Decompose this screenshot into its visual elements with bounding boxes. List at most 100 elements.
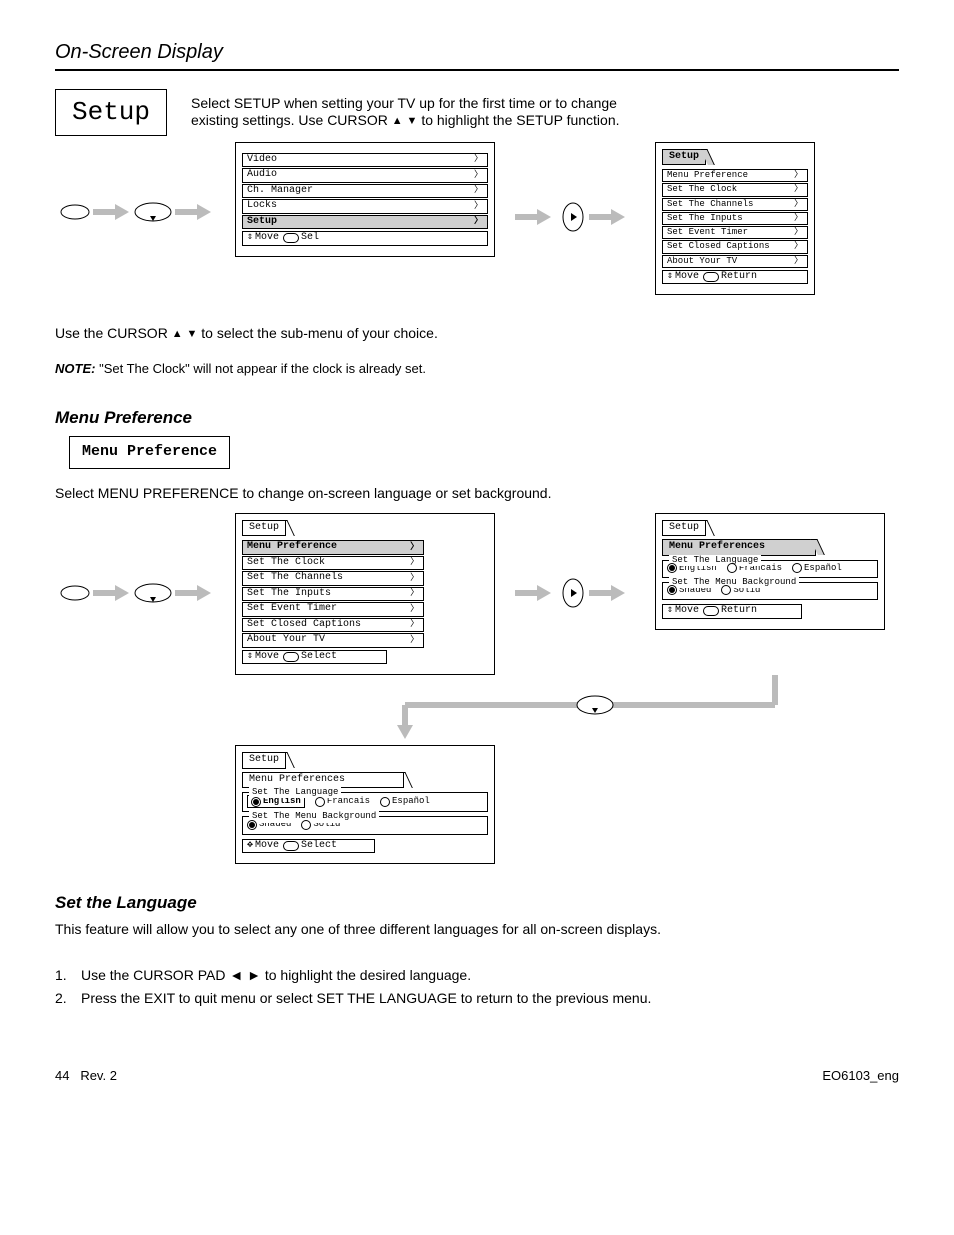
breadcrumb: Menu Preferences — [242, 772, 404, 789]
remote-press — [55, 142, 235, 232]
language-group: Set The Language English Francais Españo… — [662, 560, 878, 578]
radio-icon — [380, 797, 390, 807]
return-pill-icon — [703, 272, 719, 282]
text: to highlight the SETUP function. — [421, 112, 619, 128]
menu-preference-box: Menu Preference — [69, 436, 230, 469]
paragraph: This feature will allow you to select an… — [55, 921, 899, 939]
step-number: 1. — [55, 967, 81, 985]
osd-menu-preferences-selected: Setup Menu Preferences Set The Language … — [235, 745, 495, 864]
menu-footer: ⇕Move Return — [662, 604, 802, 619]
section-heading: Menu Preference — [55, 407, 899, 428]
radio-icon — [721, 585, 731, 595]
updown-icon: ⇕ — [247, 651, 253, 664]
step-text: Use the CURSOR PAD ◄ ► to highlight the … — [81, 967, 471, 985]
radio-icon — [667, 563, 677, 573]
page-footer: 44 Rev. 2 EO6103_eng — [55, 1068, 899, 1084]
radio-icon — [792, 563, 802, 573]
menu-item-setup[interactable]: Setup〉 — [242, 215, 488, 230]
radio-icon — [251, 797, 261, 807]
chevron-right-icon: 〉 — [474, 154, 483, 165]
breadcrumb: Menu Preferences — [662, 539, 816, 556]
select-pill-icon — [283, 233, 299, 243]
chevron-right-icon: 〉 — [474, 185, 483, 196]
note-text: "Set The Clock" will not appear if the c… — [99, 361, 426, 376]
radio-icon — [301, 820, 311, 830]
breadcrumb: Setup — [242, 752, 286, 769]
move-icon: ✥ — [247, 840, 253, 853]
osd-menu-preferences: Setup Menu Preferences Set The Language … — [655, 513, 885, 630]
language-group: Set The Language English Francais Españo… — [242, 792, 488, 812]
text: Select SETUP when setting your TV up for… — [191, 95, 617, 111]
updown-icon: ⇕ — [667, 605, 673, 618]
remote-press — [55, 513, 235, 613]
menu-item-menu-preference[interactable]: Menu Preference〉 — [242, 540, 424, 555]
divider — [55, 69, 899, 71]
setup-box: Setup — [55, 89, 167, 136]
press-right — [505, 513, 655, 613]
background-group: Set The Menu Background Shaded Solid — [662, 582, 878, 600]
left-icon: ◄ — [229, 967, 243, 985]
procedure-text: Select MENU PREFERENCE to change on-scre… — [55, 485, 899, 503]
breadcrumb: Setup — [242, 520, 286, 537]
menu-item[interactable]: Set Event Timer〉 — [242, 602, 424, 617]
radio-icon — [315, 797, 325, 807]
menu-item[interactable]: Menu Preference〉 — [662, 169, 808, 182]
chevron-right-icon: 〉 — [474, 170, 483, 181]
text: existing settings. Use CURSOR — [191, 112, 392, 128]
background-group: Set The Menu Background Shaded Solid — [242, 816, 488, 834]
updown-icon: ⇕ — [667, 271, 673, 284]
menu-footer: ⇕Move Select — [242, 650, 387, 665]
menu-item[interactable]: Set The Clock〉 — [662, 183, 808, 196]
menu-item[interactable]: About Your TV〉 — [242, 633, 424, 648]
lang-option-espanol[interactable]: Español — [792, 563, 842, 574]
menu-footer: ✥Move Select — [242, 839, 375, 854]
menu-item[interactable]: About Your TV〉 — [662, 255, 808, 268]
menu-item[interactable]: Locks〉 — [242, 199, 488, 214]
note-label: NOTE: — [55, 361, 95, 376]
doc-id: EO6103_eng — [822, 1068, 899, 1084]
page-number: 44 — [55, 1068, 69, 1083]
updown-icon: ⇕ — [247, 232, 253, 245]
up-icon: ▲ — [172, 328, 183, 342]
menu-item[interactable]: Set The Inputs〉 — [242, 587, 424, 602]
breadcrumb: Setup — [662, 520, 706, 537]
radio-icon — [727, 563, 737, 573]
down-icon: ▼ — [186, 328, 197, 342]
section-heading: Set the Language — [55, 892, 899, 913]
step-text: Press the EXIT to quit menu or select SE… — [81, 990, 651, 1008]
group-legend: Set The Menu Background — [669, 577, 799, 588]
menu-item[interactable]: Set The Channels〉 — [242, 571, 424, 586]
chevron-right-icon: 〉 — [474, 201, 483, 212]
chevron-right-icon: 〉 — [474, 216, 483, 227]
menu-footer: ⇕Move Sel — [242, 231, 488, 246]
menu-item[interactable]: Audio〉 — [242, 168, 488, 183]
menu-item[interactable]: Set The Clock〉 — [242, 556, 424, 571]
radio-icon — [667, 585, 677, 595]
step-number: 2. — [55, 990, 81, 1008]
menu-item[interactable]: Ch. Manager〉 — [242, 184, 488, 199]
menu-item[interactable]: Set Closed Captions〉 — [242, 618, 424, 633]
down-icon: ▼ — [407, 115, 418, 129]
group-legend: Set The Language — [249, 787, 341, 798]
radio-icon — [247, 820, 257, 830]
press-right — [505, 142, 655, 237]
note: NOTE: "Set The Clock" will not appear if… — [55, 361, 899, 377]
osd-setup-menu: Setup Menu Preference〉 Set The Clock〉 Se… — [235, 513, 495, 676]
lang-option-espanol[interactable]: Español — [380, 795, 430, 808]
setup-intro: Select SETUP when setting your TV up for… — [191, 95, 899, 130]
group-legend: Set The Menu Background — [249, 811, 379, 822]
right-icon: ► — [247, 967, 261, 985]
menu-item[interactable]: Set The Channels〉 — [662, 198, 808, 211]
breadcrumb: Setup — [662, 149, 706, 166]
menu-item[interactable]: Set The Inputs〉 — [662, 212, 808, 225]
steps: 1. Use the CURSOR PAD ◄ ► to highlight t… — [55, 967, 899, 1008]
menu-item[interactable]: Video〉 — [242, 153, 488, 168]
menu-item[interactable]: Set Closed Captions〉 — [662, 240, 808, 253]
chapter-title: On-Screen Display — [55, 40, 899, 65]
up-icon: ▲ — [392, 115, 403, 129]
osd-main-menu: Video〉 Audio〉 Ch. Manager〉 Locks〉 Setup〉… — [235, 142, 495, 257]
osd-setup-menu: Setup Menu Preference〉 Set The Clock〉 Se… — [655, 142, 815, 296]
menu-item[interactable]: Set Event Timer〉 — [662, 226, 808, 239]
instruction: Use the CURSOR ▲ ▼ to select the sub-men… — [55, 325, 899, 343]
revision: Rev. 2 — [80, 1068, 117, 1083]
